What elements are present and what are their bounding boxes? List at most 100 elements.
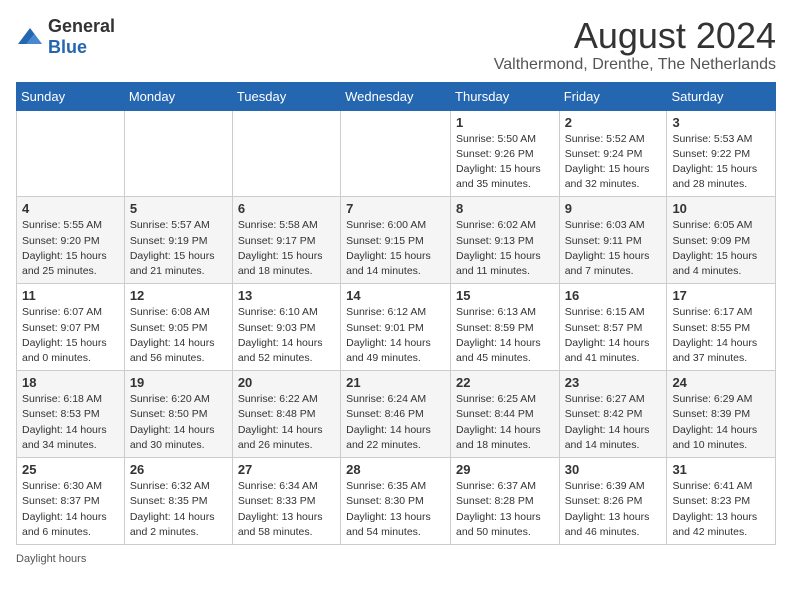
day-header-tuesday: Tuesday	[232, 82, 340, 110]
day-number: 29	[456, 462, 554, 477]
calendar-week-row: 25 Sunrise: 6:30 AM Sunset: 8:37 PM Dayli…	[17, 458, 776, 545]
calendar-cell: 17 Sunrise: 6:17 AM Sunset: 8:55 PM Dayli…	[667, 284, 776, 371]
day-detail: Sunrise: 6:22 AM Sunset: 8:48 PM Dayligh…	[238, 392, 335, 453]
day-detail: Sunrise: 6:05 AM Sunset: 9:09 PM Dayligh…	[672, 218, 770, 279]
calendar-cell: 31 Sunrise: 6:41 AM Sunset: 8:23 PM Dayli…	[667, 458, 776, 545]
day-number: 25	[22, 462, 119, 477]
day-number: 30	[565, 462, 662, 477]
calendar-cell	[17, 110, 125, 197]
day-detail: Sunrise: 5:52 AM Sunset: 9:24 PM Dayligh…	[565, 132, 662, 193]
day-number: 31	[672, 462, 770, 477]
day-detail: Sunrise: 6:24 AM Sunset: 8:46 PM Dayligh…	[346, 392, 445, 453]
footer: Daylight hours	[16, 553, 776, 565]
day-detail: Sunrise: 6:20 AM Sunset: 8:50 PM Dayligh…	[130, 392, 227, 453]
day-number: 26	[130, 462, 227, 477]
calendar-week-row: 11Sunrise: 6:07 AM Sunset: 9:07 PM Dayli…	[17, 284, 776, 371]
day-number: 1	[456, 115, 554, 130]
calendar-cell	[341, 110, 451, 197]
day-number: 18	[22, 375, 119, 390]
day-number: 27	[238, 462, 335, 477]
day-detail: Sunrise: 6:30 AM Sunset: 8:37 PM Dayligh…	[22, 479, 119, 540]
day-number: 20	[238, 375, 335, 390]
day-number: 15	[456, 288, 554, 303]
calendar-cell: 26 Sunrise: 6:32 AM Sunset: 8:35 PM Dayli…	[124, 458, 232, 545]
calendar-cell: 2 Sunrise: 5:52 AM Sunset: 9:24 PM Daylig…	[559, 110, 667, 197]
day-number: 6	[238, 201, 335, 216]
subtitle: Valthermond, Drenthe, The Netherlands	[494, 56, 776, 74]
day-detail: Sunrise: 5:58 AM Sunset: 9:17 PM Dayligh…	[238, 218, 335, 279]
calendar-cell: 14 Sunrise: 6:12 AM Sunset: 9:01 PM Dayli…	[341, 284, 451, 371]
calendar-cell: 16 Sunrise: 6:15 AM Sunset: 8:57 PM Dayli…	[559, 284, 667, 371]
calendar-cell: 27 Sunrise: 6:34 AM Sunset: 8:33 PM Dayli…	[232, 458, 340, 545]
day-detail: Sunrise: 5:57 AM Sunset: 9:19 PM Dayligh…	[130, 218, 227, 279]
day-detail: Sunrise: 6:32 AM Sunset: 8:35 PM Dayligh…	[130, 479, 227, 540]
calendar-cell: 6 Sunrise: 5:58 AM Sunset: 9:17 PM Daylig…	[232, 197, 340, 284]
day-detail: Sunrise: 6:41 AM Sunset: 8:23 PM Dayligh…	[672, 479, 770, 540]
header: General Blue August 2024 Valthermond, Dr…	[16, 16, 776, 74]
day-detail: Sunrise: 6:29 AM Sunset: 8:39 PM Dayligh…	[672, 392, 770, 453]
day-detail: Sunrise: 6:27 AM Sunset: 8:42 PM Dayligh…	[565, 392, 662, 453]
logo: General Blue	[16, 16, 115, 58]
day-detail: Sunrise: 6:35 AM Sunset: 8:30 PM Dayligh…	[346, 479, 445, 540]
calendar-cell: 20 Sunrise: 6:22 AM Sunset: 8:48 PM Dayli…	[232, 371, 340, 458]
day-number: 13	[238, 288, 335, 303]
day-detail: Sunrise: 6:37 AM Sunset: 8:28 PM Dayligh…	[456, 479, 554, 540]
day-detail: Sunrise: 5:53 AM Sunset: 9:22 PM Dayligh…	[672, 132, 770, 193]
title-area: August 2024 Valthermond, Drenthe, The Ne…	[494, 16, 776, 74]
day-detail: Sunrise: 6:10 AM Sunset: 9:03 PM Dayligh…	[238, 305, 335, 366]
generalblue-logo-icon	[16, 26, 44, 48]
calendar-cell: 18 Sunrise: 6:18 AM Sunset: 8:53 PM Dayli…	[17, 371, 125, 458]
day-detail: Sunrise: 6:25 AM Sunset: 8:44 PM Dayligh…	[456, 392, 554, 453]
calendar-cell: 30 Sunrise: 6:39 AM Sunset: 8:26 PM Dayli…	[559, 458, 667, 545]
day-number: 3	[672, 115, 770, 130]
day-number: 22	[456, 375, 554, 390]
calendar-cell: 15 Sunrise: 6:13 AM Sunset: 8:59 PM Dayli…	[451, 284, 560, 371]
calendar-cell	[124, 110, 232, 197]
calendar-cell: 13 Sunrise: 6:10 AM Sunset: 9:03 PM Dayli…	[232, 284, 340, 371]
calendar-cell: 28Sunrise: 6:35 AM Sunset: 8:30 PM Dayli…	[341, 458, 451, 545]
day-detail: Sunrise: 6:08 AM Sunset: 9:05 PM Dayligh…	[130, 305, 227, 366]
day-detail: Sunrise: 6:12 AM Sunset: 9:01 PM Dayligh…	[346, 305, 445, 366]
logo-blue-text: Blue	[48, 37, 87, 57]
calendar-header-row: SundayMondayTuesdayWednesdayThursdayFrid…	[17, 82, 776, 110]
main-title: August 2024	[494, 16, 776, 56]
day-number: 4	[22, 201, 119, 216]
calendar-cell: 23 Sunrise: 6:27 AM Sunset: 8:42 PM Dayli…	[559, 371, 667, 458]
calendar-cell: 11Sunrise: 6:07 AM Sunset: 9:07 PM Dayli…	[17, 284, 125, 371]
day-number: 19	[130, 375, 227, 390]
calendar-cell: 25 Sunrise: 6:30 AM Sunset: 8:37 PM Dayli…	[17, 458, 125, 545]
calendar-week-row: 4 Sunrise: 5:55 AM Sunset: 9:20 PM Daylig…	[17, 197, 776, 284]
calendar-cell: 3 Sunrise: 5:53 AM Sunset: 9:22 PM Daylig…	[667, 110, 776, 197]
day-number: 12	[130, 288, 227, 303]
day-header-monday: Monday	[124, 82, 232, 110]
calendar-cell: 29 Sunrise: 6:37 AM Sunset: 8:28 PM Dayli…	[451, 458, 560, 545]
day-detail: Sunrise: 6:34 AM Sunset: 8:33 PM Dayligh…	[238, 479, 335, 540]
day-detail: Sunrise: 6:15 AM Sunset: 8:57 PM Dayligh…	[565, 305, 662, 366]
day-number: 17	[672, 288, 770, 303]
calendar-cell: 12 Sunrise: 6:08 AM Sunset: 9:05 PM Dayli…	[124, 284, 232, 371]
day-header-sunday: Sunday	[17, 82, 125, 110]
day-header-friday: Friday	[559, 82, 667, 110]
day-detail: Sunrise: 6:03 AM Sunset: 9:11 PM Dayligh…	[565, 218, 662, 279]
day-number: 14	[346, 288, 445, 303]
day-detail: Sunrise: 5:50 AM Sunset: 9:26 PM Dayligh…	[456, 132, 554, 193]
day-header-thursday: Thursday	[451, 82, 560, 110]
day-detail: Sunrise: 6:18 AM Sunset: 8:53 PM Dayligh…	[22, 392, 119, 453]
day-detail: Sunrise: 6:39 AM Sunset: 8:26 PM Dayligh…	[565, 479, 662, 540]
day-detail: Sunrise: 5:55 AM Sunset: 9:20 PM Dayligh…	[22, 218, 119, 279]
calendar-cell: 4 Sunrise: 5:55 AM Sunset: 9:20 PM Daylig…	[17, 197, 125, 284]
day-number: 16	[565, 288, 662, 303]
day-number: 23	[565, 375, 662, 390]
day-number: 24	[672, 375, 770, 390]
day-detail: Sunrise: 6:02 AM Sunset: 9:13 PM Dayligh…	[456, 218, 554, 279]
calendar-week-row: 1 Sunrise: 5:50 AM Sunset: 9:26 PM Daylig…	[17, 110, 776, 197]
calendar-cell: 7Sunrise: 6:00 AM Sunset: 9:15 PM Daylig…	[341, 197, 451, 284]
day-detail: Sunrise: 6:13 AM Sunset: 8:59 PM Dayligh…	[456, 305, 554, 366]
calendar-cell: 24 Sunrise: 6:29 AM Sunset: 8:39 PM Dayli…	[667, 371, 776, 458]
calendar-cell	[232, 110, 340, 197]
calendar-cell: 22 Sunrise: 6:25 AM Sunset: 8:44 PM Dayli…	[451, 371, 560, 458]
day-number: 2	[565, 115, 662, 130]
day-number: 21	[346, 375, 445, 390]
calendar-cell: 10Sunrise: 6:05 AM Sunset: 9:09 PM Dayli…	[667, 197, 776, 284]
day-detail: Sunrise: 6:17 AM Sunset: 8:55 PM Dayligh…	[672, 305, 770, 366]
